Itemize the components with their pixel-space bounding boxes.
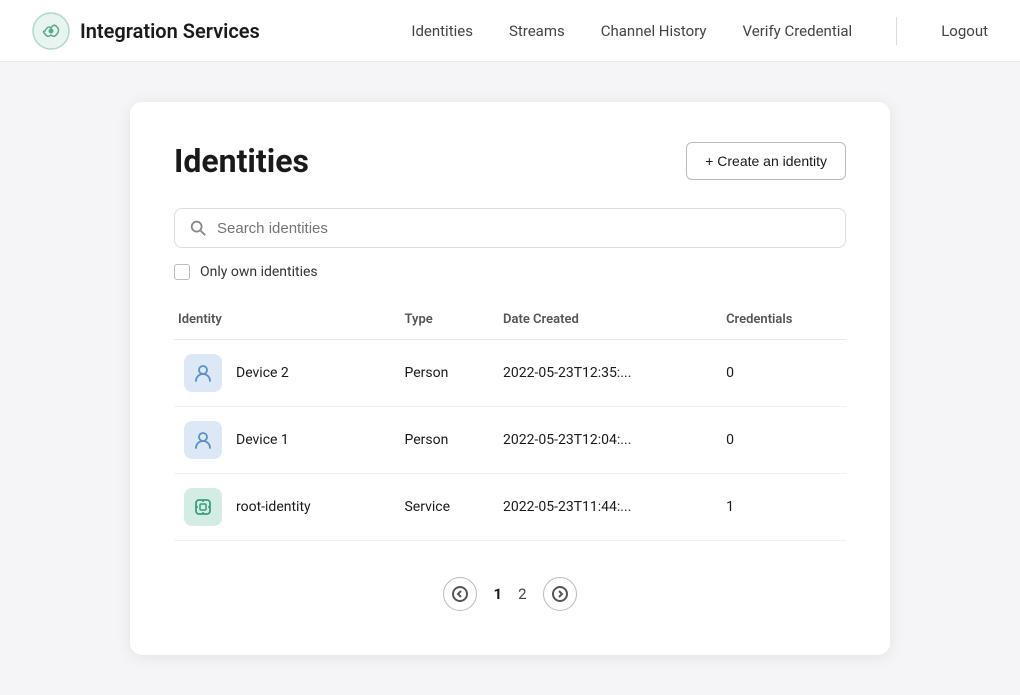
table-row[interactable]: Device 1 Person2022-05-23T12:04:...0 bbox=[174, 407, 846, 474]
search-icon bbox=[189, 219, 207, 237]
own-identities-checkbox[interactable] bbox=[174, 264, 190, 280]
identity-credentials: 1 bbox=[716, 474, 846, 541]
own-identities-label[interactable]: Only own identities bbox=[200, 264, 318, 280]
col-date-created: Date Created bbox=[493, 304, 716, 340]
identity-name: Device 2 bbox=[236, 365, 289, 381]
page-2[interactable]: 2 bbox=[518, 585, 526, 603]
person-icon bbox=[184, 421, 222, 459]
identity-credentials: 0 bbox=[716, 340, 846, 407]
main-content: Identities + Create an identity Only own… bbox=[0, 62, 1020, 695]
table-body: Device 2 Person2022-05-23T12:35:...0 Devi… bbox=[174, 340, 846, 541]
nav-identities[interactable]: Identities bbox=[411, 22, 473, 40]
identities-card: Identities + Create an identity Only own… bbox=[130, 102, 890, 655]
search-bar bbox=[174, 208, 846, 248]
identities-table: Identity Type Date Created Credentials D… bbox=[174, 304, 846, 541]
table-row[interactable]: Device 2 Person2022-05-23T12:35:...0 bbox=[174, 340, 846, 407]
top-nav: Integration Services Identities Streams … bbox=[0, 0, 1020, 62]
identity-credentials: 0 bbox=[716, 407, 846, 474]
identity-date: 2022-05-23T12:04:... bbox=[493, 407, 716, 474]
prev-page-button[interactable] bbox=[443, 577, 477, 611]
table-header: Identity Type Date Created Credentials bbox=[174, 304, 846, 340]
next-page-button[interactable] bbox=[543, 577, 577, 611]
card-header: Identities + Create an identity bbox=[174, 142, 846, 180]
identity-name: Device 1 bbox=[236, 432, 289, 448]
nav-divider bbox=[896, 17, 897, 45]
page-title: Identities bbox=[174, 142, 309, 180]
logout-link[interactable]: Logout bbox=[941, 22, 988, 40]
identity-cell: root-identity bbox=[174, 474, 394, 541]
person-icon bbox=[184, 354, 222, 392]
col-identity: Identity bbox=[174, 304, 394, 340]
identity-type: Person bbox=[394, 407, 493, 474]
page-1[interactable]: 1 bbox=[493, 585, 502, 603]
col-type: Type bbox=[394, 304, 493, 340]
identity-date: 2022-05-23T12:35:... bbox=[493, 340, 716, 407]
service-icon bbox=[184, 488, 222, 526]
nav-verify-credential[interactable]: Verify Credential bbox=[743, 22, 853, 40]
identity-cell: Device 2 bbox=[174, 340, 394, 407]
identity-date: 2022-05-23T11:44:... bbox=[493, 474, 716, 541]
table-row[interactable]: root-identity Service2022-05-23T11:44:...… bbox=[174, 474, 846, 541]
nav-links: Identities Streams Channel History Verif… bbox=[411, 17, 988, 45]
brand-logo: Integration Services bbox=[32, 12, 260, 50]
nav-channel-history[interactable]: Channel History bbox=[601, 22, 707, 40]
own-identities-filter: Only own identities bbox=[174, 264, 846, 280]
identity-type: Person bbox=[394, 340, 493, 407]
identity-type: Service bbox=[394, 474, 493, 541]
pagination: 1 2 bbox=[174, 577, 846, 611]
logo-icon bbox=[32, 12, 70, 50]
identity-name: root-identity bbox=[236, 499, 311, 515]
search-input[interactable] bbox=[217, 220, 831, 237]
col-credentials: Credentials bbox=[716, 304, 846, 340]
nav-streams[interactable]: Streams bbox=[509, 22, 565, 40]
identity-cell: Device 1 bbox=[174, 407, 394, 474]
create-identity-button[interactable]: + Create an identity bbox=[686, 142, 846, 180]
brand-name: Integration Services bbox=[80, 19, 260, 43]
